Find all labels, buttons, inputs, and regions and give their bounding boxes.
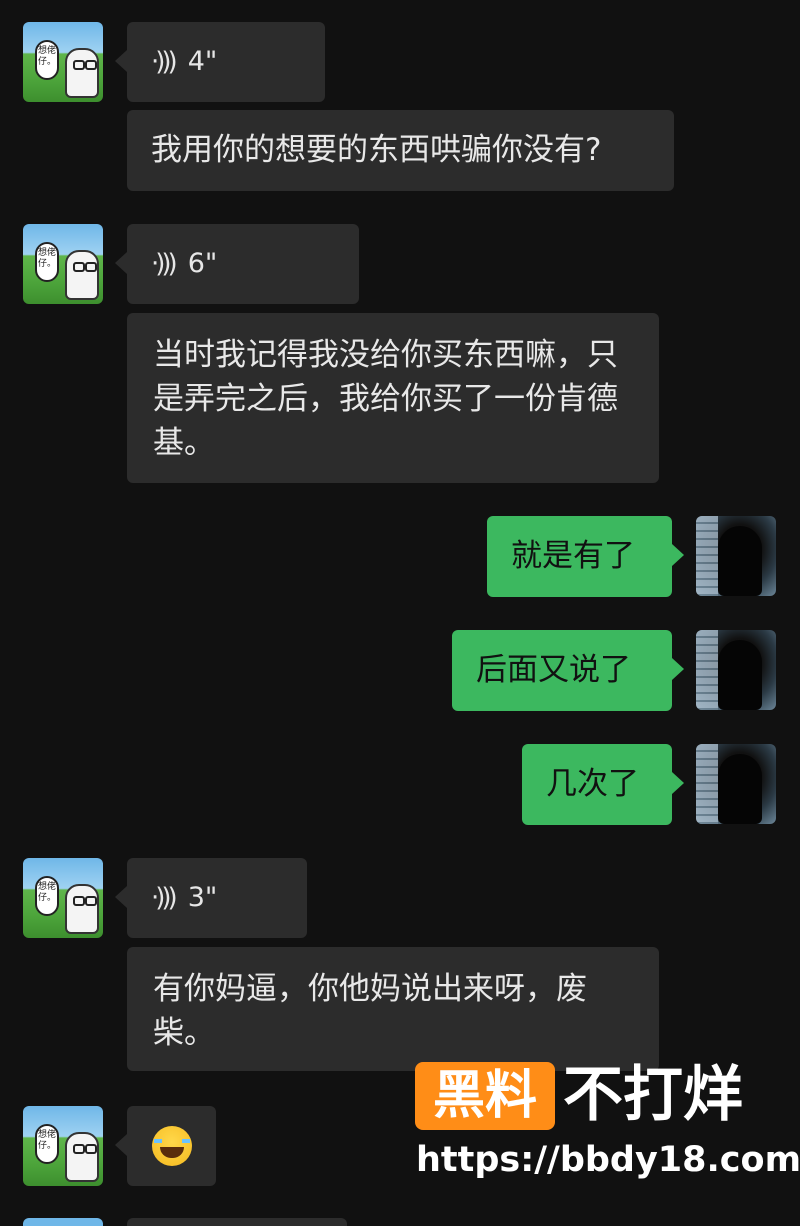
message-text: 当时我记得我没给你买东西嘛，只是弄完之后，我给你买了一份肯德基。 xyxy=(153,337,618,461)
voice-wave-icon: ·))) xyxy=(151,249,178,279)
avatar-window xyxy=(696,630,718,710)
watermark-slogan: 不打烊 xyxy=(563,1060,743,1130)
voice-message[interactable]: ·))) 4" xyxy=(115,22,325,102)
outgoing-text-message[interactable]: 后面又说了 xyxy=(452,630,684,711)
voice-duration: 6" xyxy=(187,248,218,279)
avatar-silhouette xyxy=(718,640,762,710)
contact-avatar[interactable] xyxy=(23,1218,103,1226)
text-message[interactable]: 当时我记得我没给你买东西嘛，只是弄完之后，我给你买了一份肯德基。 xyxy=(127,313,659,483)
avatar-figure xyxy=(65,884,99,934)
avatar-speech-caption: 想佬仔。 xyxy=(35,40,59,80)
text-message[interactable]: 有你妈逼，你他妈说出来呀，废柴。 xyxy=(127,947,659,1071)
message-text: 就是有了 xyxy=(511,538,635,574)
avatar-speech-caption: 想佬仔。 xyxy=(35,242,59,282)
message-text: 我用你的想要的东西哄骗你没有? xyxy=(151,132,602,168)
chat-view: 想佬仔。 ·))) 4" 我用你的想要的东西哄骗你没有? 想佬仔。 ·))) 6… xyxy=(0,0,800,1226)
voice-message[interactable]: ·))) 3" xyxy=(115,858,307,938)
avatar-silhouette xyxy=(718,754,762,824)
emoji-message[interactable] xyxy=(115,1106,216,1186)
partial-message[interactable] xyxy=(127,1218,347,1226)
text-message[interactable]: 我用你的想要的东西哄骗你没有? xyxy=(127,110,674,191)
avatar-speech-caption: 想佬仔。 xyxy=(35,876,59,916)
watermark-brand: 黑料 xyxy=(432,1066,537,1126)
message-text: 几次了 xyxy=(546,766,639,802)
avatar-figure xyxy=(65,250,99,300)
avatar-figure xyxy=(65,48,99,98)
avatar-window xyxy=(696,744,718,824)
user-avatar[interactable] xyxy=(696,630,776,710)
contact-avatar[interactable]: 想佬仔。 xyxy=(23,224,103,304)
avatar-window xyxy=(696,516,718,596)
outgoing-text-message[interactable]: 几次了 xyxy=(522,744,684,825)
voice-wave-icon: ·))) xyxy=(151,883,178,913)
voice-duration: 4" xyxy=(187,46,218,77)
user-avatar[interactable] xyxy=(696,516,776,596)
voice-wave-icon: ·))) xyxy=(151,47,178,77)
contact-avatar[interactable]: 想佬仔。 xyxy=(23,22,103,102)
message-text: 有你妈逼，你他妈说出来呀，废柴。 xyxy=(153,971,587,1051)
user-avatar[interactable] xyxy=(696,744,776,824)
voice-message[interactable]: ·))) 6" xyxy=(115,224,359,304)
avatar-silhouette xyxy=(718,526,762,596)
contact-avatar[interactable]: 想佬仔。 xyxy=(23,858,103,938)
message-text: 后面又说了 xyxy=(476,652,631,688)
voice-duration: 3" xyxy=(187,882,218,913)
outgoing-text-message[interactable]: 就是有了 xyxy=(487,516,684,597)
contact-avatar[interactable]: 想佬仔。 xyxy=(23,1106,103,1186)
avatar-figure xyxy=(65,1132,99,1182)
watermark-url: https://bbdy18.com xyxy=(416,1140,800,1180)
watermark-brand-badge: 黑料 xyxy=(415,1062,555,1130)
tears-of-joy-emoji-icon xyxy=(151,1126,192,1166)
avatar-speech-caption: 想佬仔。 xyxy=(35,1124,59,1164)
